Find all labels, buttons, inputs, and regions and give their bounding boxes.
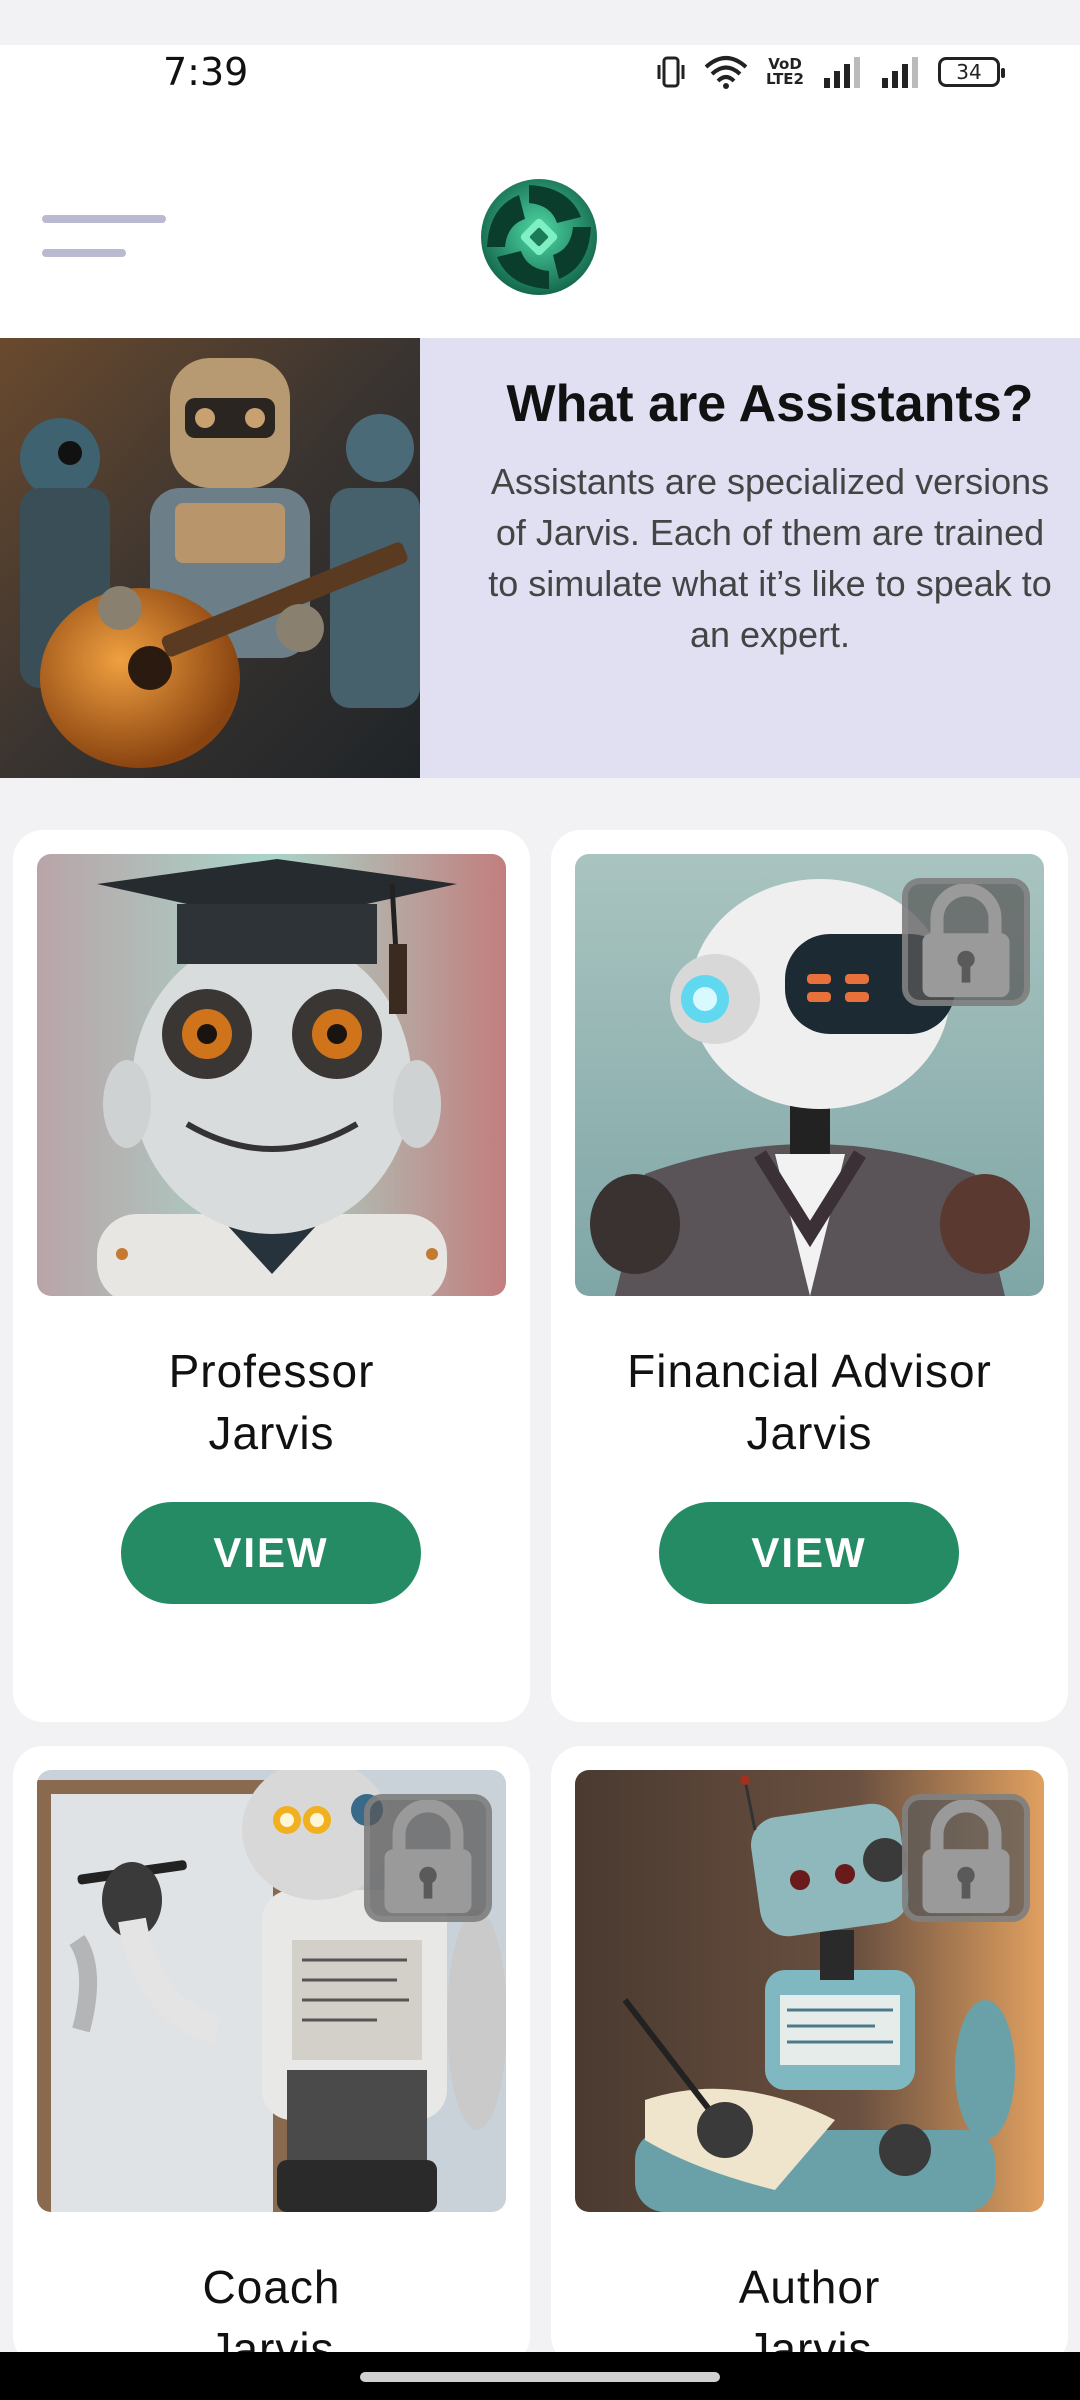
financial-advisor-robot-illustration [575, 854, 1044, 1296]
hero-title: What are Assistants? [506, 375, 1034, 433]
view-button-professor[interactable]: VIEW [121, 1502, 421, 1604]
hero-description: Assistants are specialized versions of J… [488, 461, 1052, 655]
assistant-card-title: Financial Advisor Jarvis [551, 1340, 1068, 1464]
lte-icon: VoD LTE2 [766, 57, 804, 87]
assistant-name-line2: Jarvis [208, 1407, 335, 1459]
home-gesture-handle[interactable] [360, 2372, 720, 2382]
hamburger-menu-icon[interactable] [42, 215, 170, 265]
battery-icon: 34 [938, 57, 1005, 87]
network-label-bottom: LTE2 [766, 70, 804, 88]
view-button-financial-advisor[interactable]: VIEW [659, 1502, 959, 1604]
assistant-card-title: Professor Jarvis [13, 1340, 530, 1464]
robot-guitarist-illustration [0, 338, 420, 778]
assistant-name-line1: Financial Advisor [627, 1345, 992, 1397]
lock-icon [902, 878, 1030, 1006]
assistant-name-line1: Coach [202, 2261, 341, 2313]
assistant-card-professor: Professor Jarvis VIEW [13, 830, 530, 1722]
top-strip [0, 0, 1080, 45]
assistant-card-title: Author Jarvis [551, 2256, 1068, 2366]
gesture-navigation-bar [0, 2352, 1080, 2400]
lock-icon [902, 1794, 1030, 1922]
hero-section: What are Assistants? Assistants are spec… [0, 338, 1080, 778]
jarvis-logo[interactable] [470, 167, 608, 307]
assistant-name-line2: Jarvis [746, 1407, 873, 1459]
signal-icon-2 [880, 56, 920, 88]
assistant-card-author: Author Jarvis [551, 1746, 1068, 2366]
coach-robot-illustration [37, 1770, 506, 2212]
status-time: 7:39 [163, 50, 249, 94]
assistant-card-financial-advisor: Financial Advisor Jarvis VIEW [551, 830, 1068, 1722]
assistant-card-coach: Coach Jarvis [13, 1746, 530, 2366]
app-header [0, 145, 1080, 338]
assistant-name-line1: Author [738, 2261, 881, 2313]
professor-robot-illustration [37, 854, 506, 1296]
status-icons: VoD LTE2 34 [656, 52, 1005, 92]
vibrate-icon [656, 55, 686, 89]
assistant-name-line1: Professor [168, 1345, 375, 1397]
signal-icon-1 [822, 56, 862, 88]
author-robot-illustration [575, 1770, 1044, 2212]
assistant-card-title: Coach Jarvis [13, 2256, 530, 2366]
lock-icon [364, 1794, 492, 1922]
battery-level: 34 [956, 60, 982, 84]
wifi-icon [704, 55, 748, 89]
